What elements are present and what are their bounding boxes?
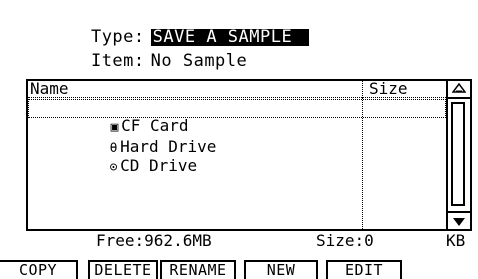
scroll-up-button[interactable]	[448, 81, 470, 99]
free-space-readout: Free:962.6MB	[96, 231, 212, 250]
list-item[interactable]: ▣ CF Card	[28, 99, 446, 135]
size-unit-label: KB	[446, 231, 466, 250]
edit-button[interactable]: EDIT	[326, 260, 402, 279]
new-button[interactable]: NEW	[244, 260, 318, 279]
delete-button[interactable]: DELETE	[88, 260, 158, 279]
copy-button[interactable]: COPY	[0, 260, 78, 279]
list-item-label: Hard Drive	[120, 137, 217, 156]
scroll-down-button[interactable]	[448, 211, 470, 229]
name-column-header: Name	[28, 81, 362, 98]
save-sample-screen: Type: SAVE A SAMPLE Item: No Sample Name S…	[0, 0, 478, 279]
item-label: Item:	[90, 51, 145, 71]
scrollbar[interactable]	[446, 81, 470, 229]
scroll-down-arrow-icon	[453, 218, 465, 226]
scroll-track[interactable]	[451, 102, 465, 206]
scroll-up-arrow-icon	[452, 83, 466, 93]
file-browser: Name Size ▣ CF Card θ Hard Drive ⊙ CD Drive	[26, 79, 472, 231]
item-value-field[interactable]: No Sample	[151, 53, 248, 70]
list-item-label: CD Drive	[120, 156, 198, 175]
cf-card-icon: ▣	[110, 120, 119, 135]
list-item-label: CF Card	[121, 116, 189, 135]
size-column-header: Size	[362, 81, 446, 98]
file-list: ▣ CF Card θ Hard Drive ⊙ CD Drive	[28, 99, 446, 175]
cd-drive-icon: ⊙	[109, 160, 118, 175]
softkey-bar: COPY DELETE RENAME NEW EDIT	[0, 260, 478, 279]
rename-button[interactable]: RENAME	[160, 260, 236, 279]
size-readout: Size:0	[316, 231, 374, 250]
